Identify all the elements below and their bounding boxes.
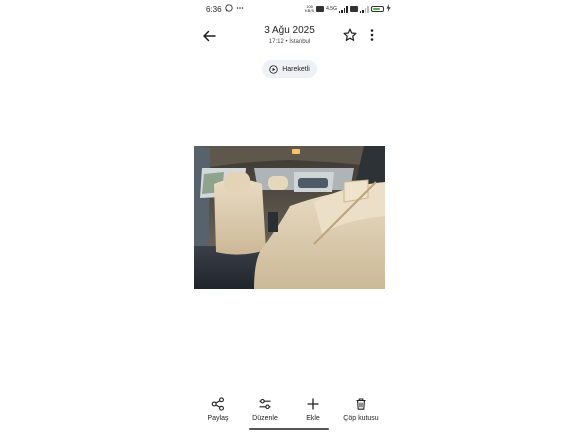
trash-icon — [356, 398, 366, 410]
net-speed-unit: KB/S — [305, 8, 315, 13]
arrow-back-icon — [203, 30, 216, 42]
whatsapp-icon — [224, 4, 233, 14]
share-label: Paylaş — [207, 415, 229, 422]
favorite-button[interactable] — [342, 27, 358, 43]
battery-fill — [372, 8, 381, 10]
battery-icon — [370, 6, 384, 12]
edit-label: Düzenle — [252, 415, 278, 422]
signal-bars-icon — [338, 5, 348, 13]
back-button[interactable] — [200, 27, 218, 45]
add-action[interactable]: Ekle — [288, 397, 338, 422]
net-speed: 105 KB/S — [305, 5, 314, 13]
more-options-button[interactable] — [365, 27, 379, 43]
trash-label: Çöp kutusu — [343, 415, 379, 422]
photo-time-location: 17:12 • İstanbul — [268, 39, 311, 45]
motion-photo-chip[interactable]: Hareketli — [262, 60, 317, 78]
share-action[interactable]: Paylaş — [193, 397, 243, 422]
network-type-label: 4.5G — [326, 6, 337, 12]
sim-icon — [316, 6, 325, 12]
edit-action[interactable]: Düzenle — [240, 397, 290, 422]
trash-action[interactable]: Çöp kutusu — [336, 397, 386, 422]
sim-2-icon — [349, 6, 358, 12]
status-time: 6:36 — [206, 4, 222, 14]
photo-info-header: 3 Ağu 2025 17:12 • İstanbul — [239, 24, 340, 47]
photo-date: 3 Ağu 2025 — [264, 25, 315, 36]
photo-viewer-screen: 6:36 105 KB/S 4.5G 3 Ağu 2025 17:12 • İs… — [0, 0, 580, 435]
more-vert-icon — [370, 29, 374, 41]
photo-image — [194, 146, 385, 289]
charging-icon — [386, 4, 391, 14]
status-right: 105 KB/S 4.5G — [305, 4, 391, 14]
status-bar: 6:36 105 KB/S 4.5G — [0, 4, 580, 16]
signal-bars-2-icon — [359, 5, 369, 13]
tune-icon — [259, 398, 271, 410]
share-icon — [211, 397, 224, 411]
motion-play-icon — [269, 64, 278, 74]
home-indicator[interactable] — [249, 428, 329, 430]
car-interior-photo[interactable] — [194, 146, 385, 289]
more-notifications-icon — [236, 4, 244, 14]
motion-chip-label: Hareketli — [282, 65, 310, 73]
star-icon — [343, 28, 357, 41]
plus-icon — [307, 398, 319, 410]
add-label: Ekle — [306, 415, 320, 422]
status-left: 6:36 — [206, 4, 244, 14]
